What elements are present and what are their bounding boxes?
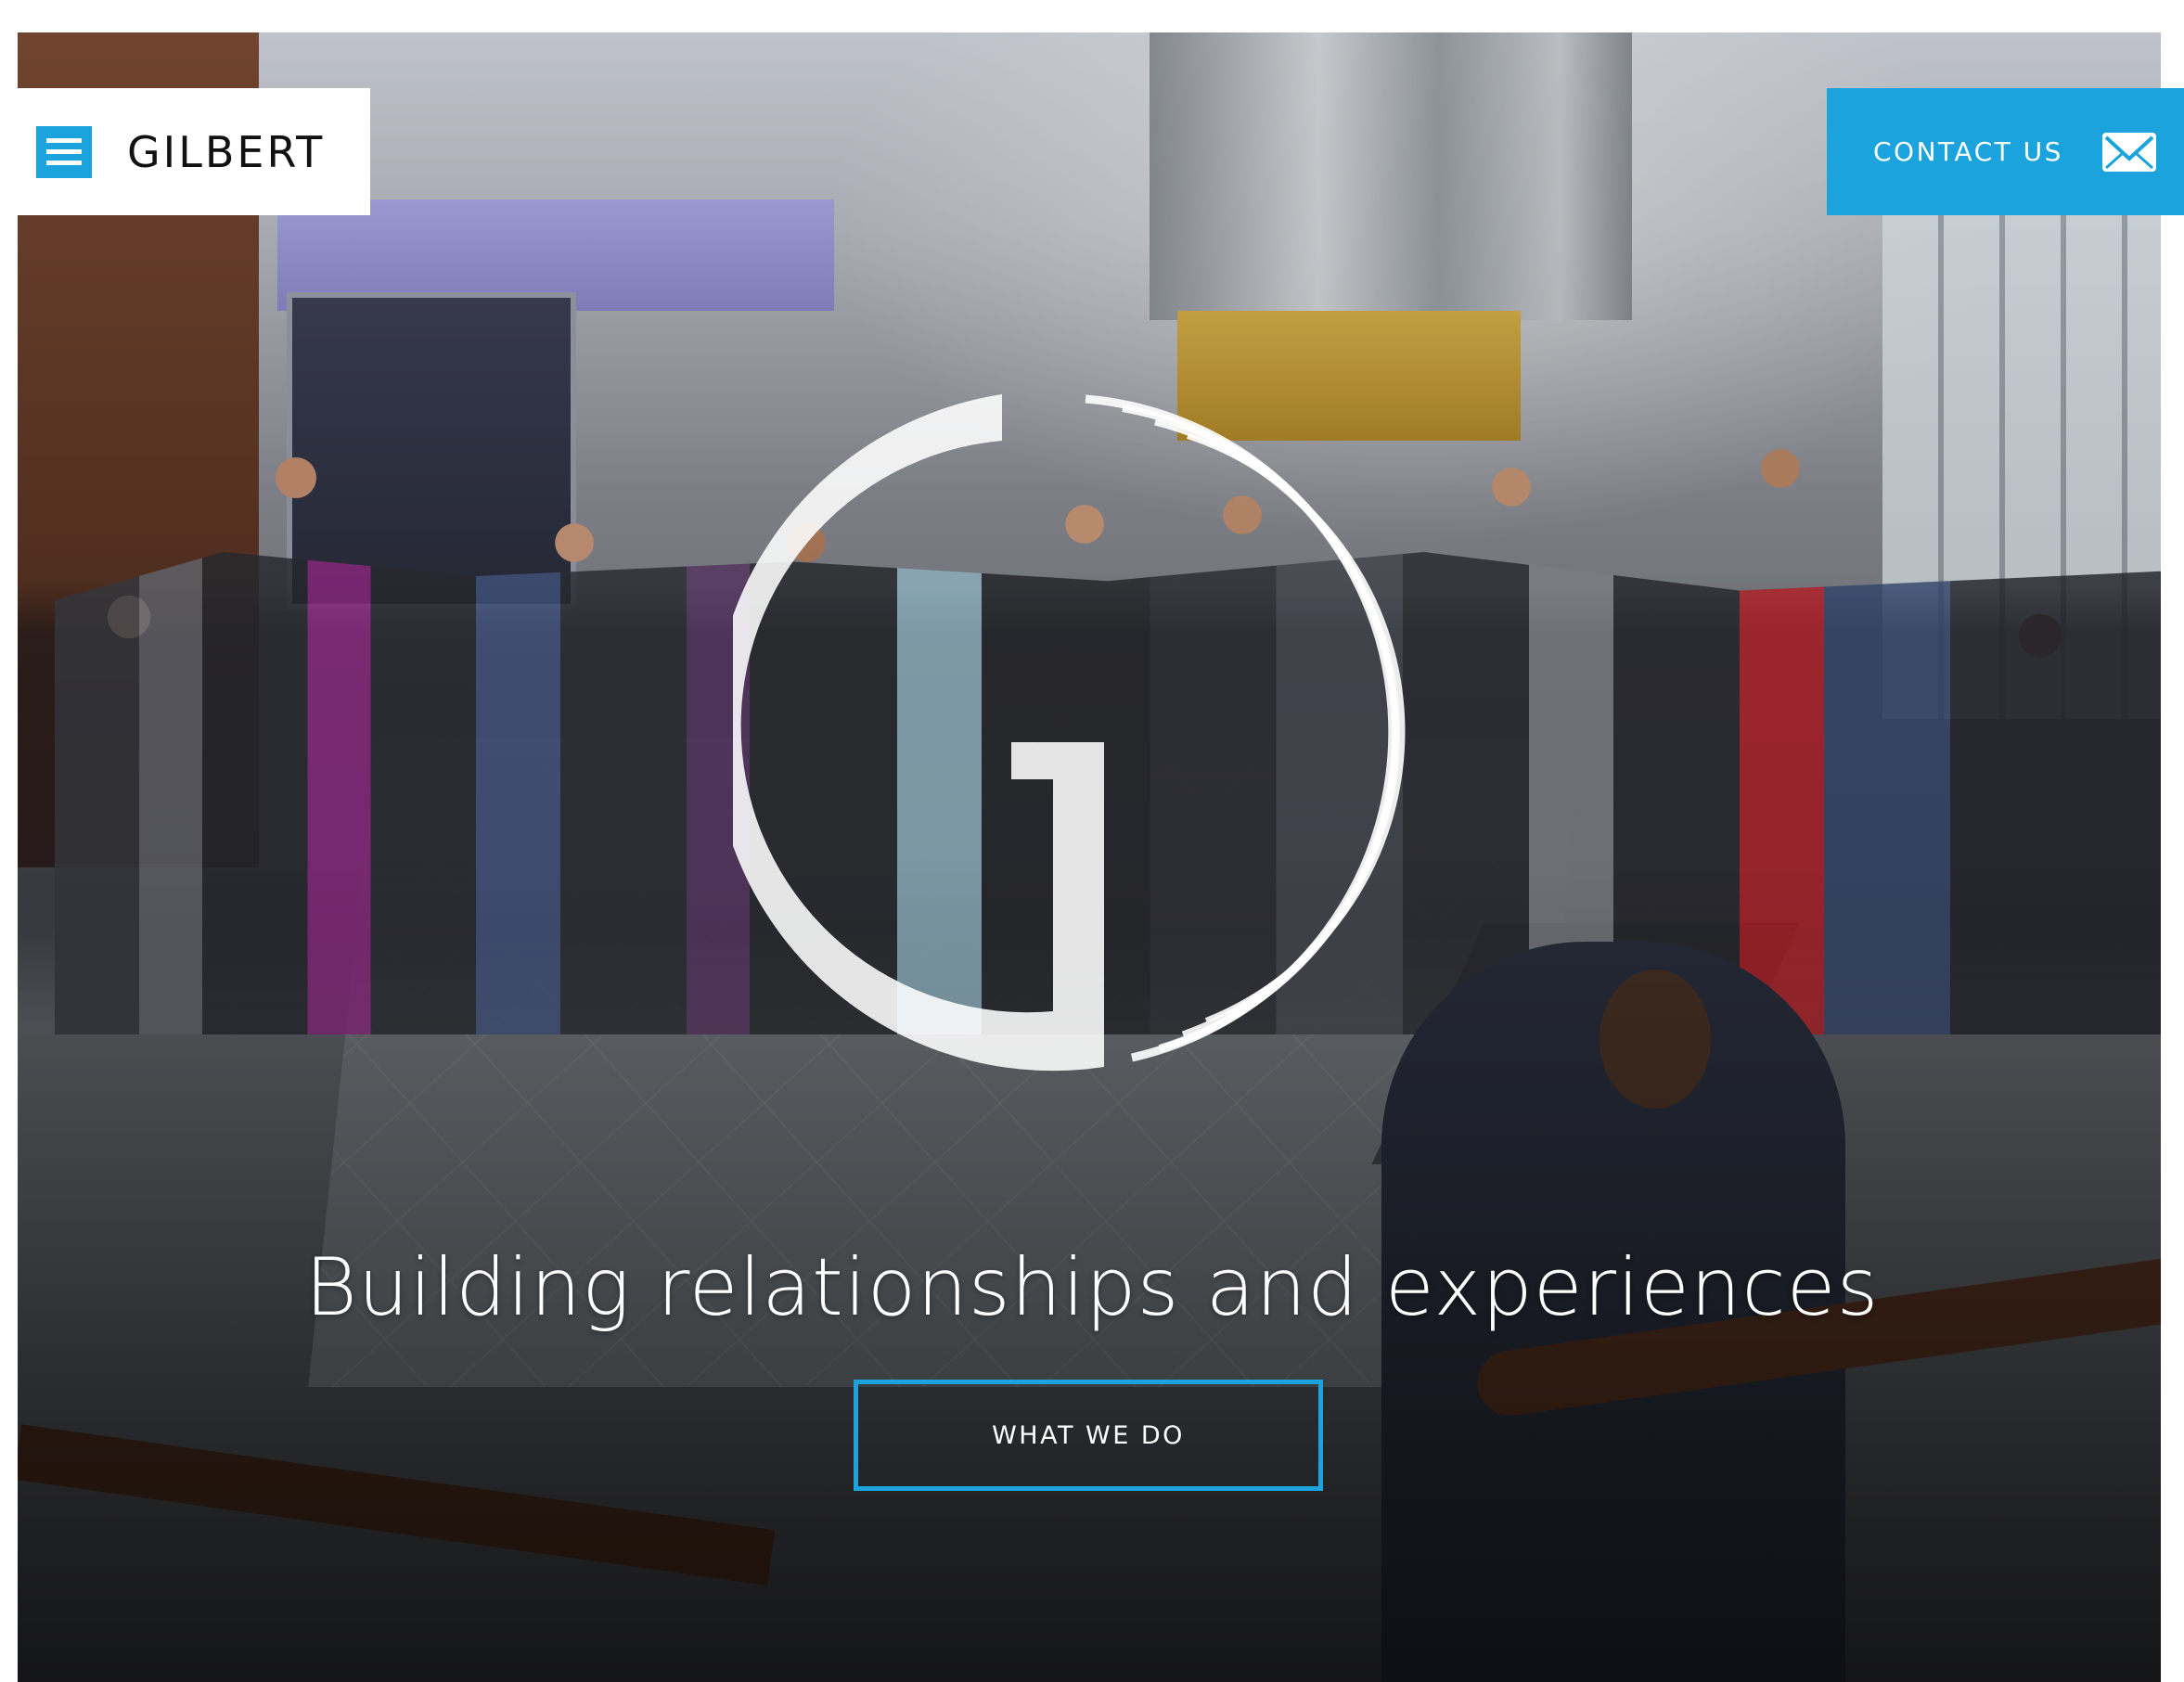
- hamburger-menu-icon[interactable]: [36, 125, 92, 178]
- gilbert-g-logo-icon: [733, 394, 1406, 1072]
- hero-headline: Building relationships and experiences: [304, 1240, 1880, 1334]
- brand-header: GILBERT: [18, 88, 370, 215]
- contact-us-button[interactable]: CONTACT US: [1827, 88, 2184, 215]
- contact-us-label: CONTACT US: [1873, 136, 2063, 167]
- mail-icon: [2101, 132, 2156, 172]
- what-we-do-button[interactable]: WHAT WE DO: [854, 1380, 1323, 1491]
- brand-logo-text[interactable]: GILBERT: [127, 127, 325, 177]
